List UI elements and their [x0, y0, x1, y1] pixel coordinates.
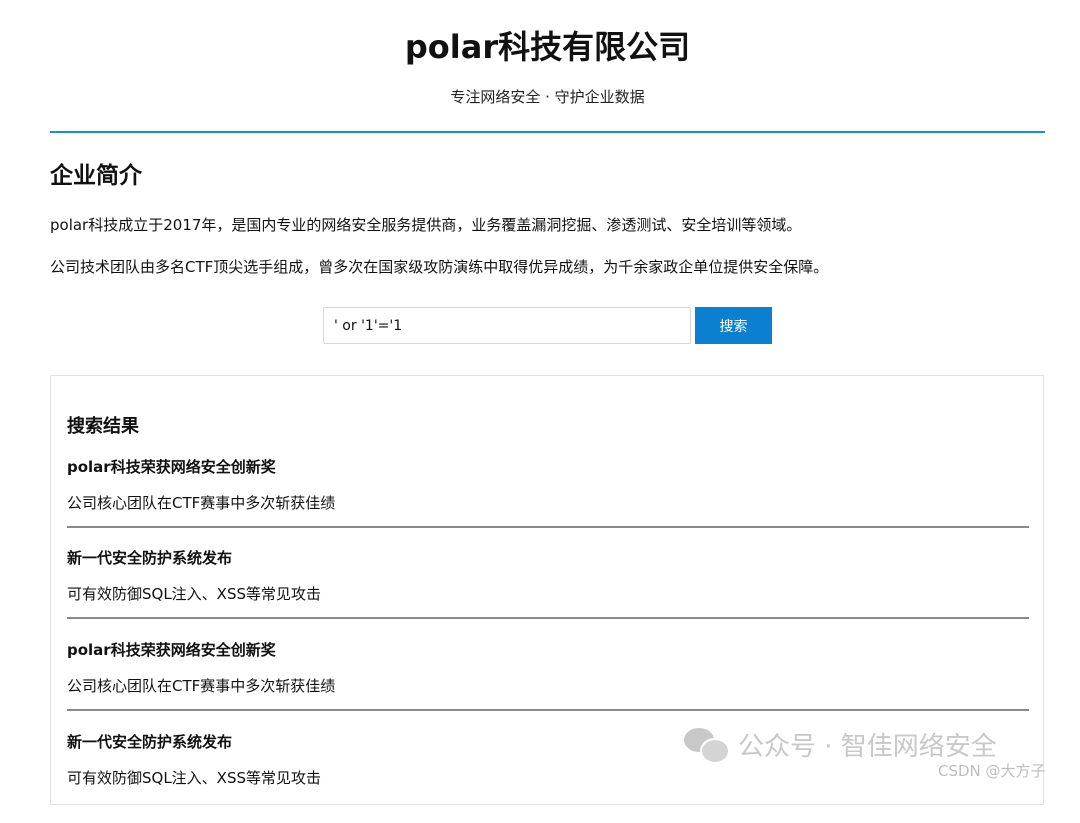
result-item-title: 新一代安全防护系统发布 [67, 733, 233, 751]
result-divider [67, 709, 1029, 711]
result-item-desc: 公司核心团队在CTF赛事中多次斩获佳绩 [67, 677, 336, 695]
csdn-watermark: CSDN @大方子 [938, 762, 1046, 780]
result-item-title: 新一代安全防护系统发布 [67, 549, 233, 567]
result-item-desc: 公司核心团队在CTF赛事中多次斩获佳绩 [67, 494, 336, 512]
page-subtitle: 专注网络安全 · 守护企业数据 [450, 88, 645, 106]
result-divider [67, 617, 1029, 619]
watermark: 公众号 · 智佳网络安全 [684, 724, 997, 764]
result-divider [67, 526, 1029, 528]
watermark-text: 公众号 · 智佳网络安全 [738, 731, 997, 762]
result-item-title: polar科技荣获网络安全创新奖 [67, 641, 276, 659]
result-item-title: polar科技荣获网络安全创新奖 [67, 458, 276, 476]
results-heading: 搜索结果 [67, 416, 139, 437]
wechat-icon [684, 726, 730, 764]
search-input[interactable] [323, 307, 691, 344]
intro-paragraph-2: 公司技术团队由多名CTF顶尖选手组成，曾多次在国家级攻防演练中取得优异成绩，为千… [50, 258, 829, 276]
result-item-desc: 可有效防御SQL注入、XSS等常见攻击 [67, 585, 322, 603]
result-item: polar科技荣获网络安全创新奖 公司核心团队在CTF赛事中多次斩获佳绩 [67, 639, 1029, 731]
intro-heading: 企业简介 [50, 163, 142, 189]
site-header: polar科技有限公司 专注网络安全 · 守护企业数据 [50, 0, 1045, 133]
result-item: polar科技荣获网络安全创新奖 公司核心团队在CTF赛事中多次斩获佳绩 [67, 456, 1029, 548]
result-item: 新一代安全防护系统发布 可有效防御SQL注入、XSS等常见攻击 [67, 547, 1029, 639]
intro-paragraph-1: polar科技成立于2017年，是国内专业的网络安全服务提供商，业务覆盖漏洞挖掘… [50, 216, 802, 234]
result-item-desc: 可有效防御SQL注入、XSS等常见攻击 [67, 769, 322, 787]
search-button[interactable]: 搜索 [695, 307, 772, 344]
page-title: polar科技有限公司 [404, 28, 691, 66]
